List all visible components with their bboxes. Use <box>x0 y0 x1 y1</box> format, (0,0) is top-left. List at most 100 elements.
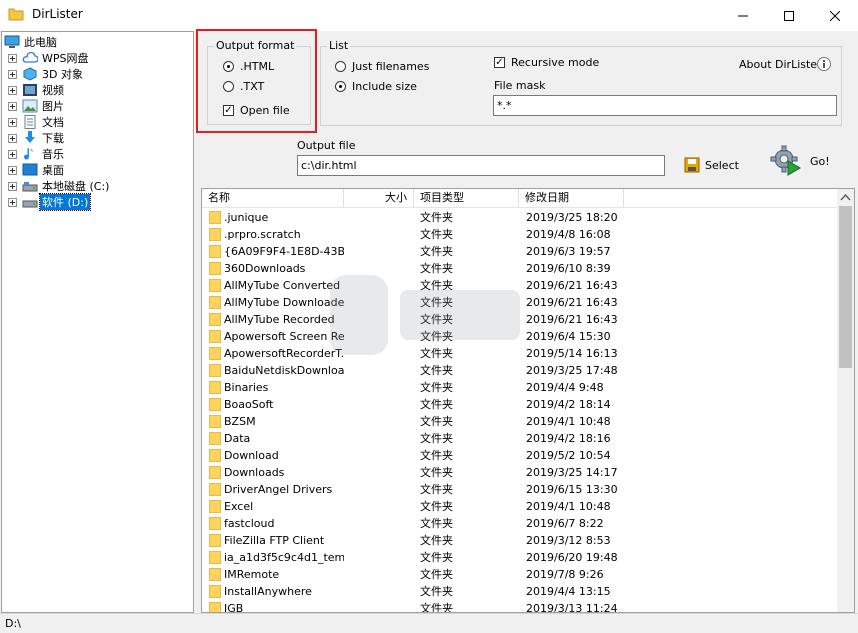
tree-item-drive-d[interactable]: 软件 (D:) <box>8 193 92 211</box>
expand-icon[interactable] <box>8 181 17 191</box>
list-item[interactable]: JGB 文件夹 2019/3/13 11:24 <box>202 600 838 613</box>
item-date: 2019/6/10 8:39 <box>526 262 611 275</box>
output-file-input[interactable] <box>297 155 665 176</box>
list-item[interactable]: IMRemote 文件夹 2019/7/8 9:26 <box>202 566 838 583</box>
item-name: {6A09F9F4-1E8D-43B... <box>224 245 344 258</box>
file-list[interactable]: 名称 大小 项目类型 修改日期 .junique 文件夹 2019/3/25 18:… <box>201 188 855 613</box>
item-size <box>344 243 408 260</box>
minimize-button[interactable] <box>720 0 766 31</box>
list-item[interactable]: BaiduNetdiskDownload 文件夹 2019/3/25 17:48 <box>202 362 838 379</box>
column-header-type[interactable]: 项目类型 <box>414 189 519 207</box>
item-type: 文件夹 <box>420 534 453 547</box>
recursive-option[interactable]: ✓ Recursive mode <box>494 56 599 69</box>
folder-icon <box>209 381 221 394</box>
select-button[interactable]: Select <box>684 155 739 175</box>
folder-icon <box>209 534 221 547</box>
maximize-button[interactable] <box>766 0 812 31</box>
tree-item-desktop[interactable]: 桌面 <box>8 162 66 178</box>
about-link[interactable]: About DirLister <box>739 57 831 71</box>
tree-item-3d-objects[interactable]: 3D 对象 <box>8 66 85 82</box>
folder-icon <box>209 398 221 411</box>
expand-icon[interactable] <box>8 133 17 143</box>
item-type: 文件夹 <box>420 398 453 411</box>
folder-tree[interactable]: 此电脑 WPS网盘 3D 对象 视频 图片 文档 下载 音乐 桌面 本地磁盘 (… <box>1 31 194 613</box>
list-item[interactable]: InstallAnywhere 文件夹 2019/4/4 13:15 <box>202 583 838 600</box>
item-size <box>344 430 408 447</box>
item-type: 文件夹 <box>420 517 453 530</box>
item-size <box>344 396 408 413</box>
recursive-checkbox[interactable]: ✓ <box>494 57 505 68</box>
list-item[interactable]: fastcloud 文件夹 2019/6/7 8:22 <box>202 515 838 532</box>
expand-icon[interactable] <box>8 197 17 207</box>
expand-icon[interactable] <box>8 53 17 63</box>
tree-item-videos[interactable]: 视频 <box>8 82 66 98</box>
file-mask-input[interactable] <box>493 95 837 116</box>
item-date: 2019/4/1 10:48 <box>526 500 611 513</box>
list-header: 名称 大小 项目类型 修改日期 <box>202 189 838 208</box>
column-header-date[interactable]: 修改日期 <box>519 189 624 207</box>
folder-icon <box>209 449 221 462</box>
expand-icon[interactable] <box>8 117 17 127</box>
list-item[interactable]: Data 文件夹 2019/4/2 18:16 <box>202 430 838 447</box>
tree-item-documents[interactable]: 文档 <box>8 114 66 130</box>
expand-icon[interactable] <box>8 69 17 79</box>
cloud-icon <box>22 51 39 65</box>
item-size <box>344 464 408 481</box>
go-button[interactable]: Go! <box>770 145 830 177</box>
item-name: AllMyTube Downloaded <box>224 296 344 309</box>
list-item[interactable]: FileZilla FTP Client 文件夹 2019/3/12 8:53 <box>202 532 838 549</box>
item-size <box>344 549 408 566</box>
list-item[interactable]: Downloads 文件夹 2019/3/25 14:17 <box>202 464 838 481</box>
minimize-icon <box>738 15 748 16</box>
item-name: fastcloud <box>224 517 275 530</box>
include-size-option[interactable]: Include size <box>335 80 417 93</box>
item-name: Apowersoft Screen Re... <box>224 330 344 343</box>
item-name: Binaries <box>224 381 269 394</box>
list-item[interactable]: DriverAngel Drivers 文件夹 2019/6/15 13:30 <box>202 481 838 498</box>
list-item[interactable]: BZSM 文件夹 2019/4/1 10:48 <box>202 413 838 430</box>
drive-icon <box>22 179 38 193</box>
expand-icon[interactable] <box>8 101 17 111</box>
scrollbar-thumb[interactable] <box>839 206 852 368</box>
item-name: ApowersoftRecorderT... <box>224 347 344 360</box>
folder-icon <box>8 8 24 21</box>
download-icon <box>22 131 38 145</box>
tree-item-this-pc[interactable]: 此电脑 <box>4 34 59 50</box>
scroll-up-icon[interactable] <box>840 193 851 201</box>
expand-icon[interactable] <box>8 165 17 175</box>
folder-icon <box>209 347 221 360</box>
item-name: BZSM <box>224 415 256 428</box>
list-item[interactable]: BoaoSoft 文件夹 2019/4/2 18:14 <box>202 396 838 413</box>
item-date: 2019/5/2 10:54 <box>526 449 611 462</box>
list-item[interactable]: .prpro.scratch 文件夹 2019/4/8 16:08 <box>202 226 838 243</box>
status-text: D:\ <box>5 617 21 630</box>
tree-item-pictures[interactable]: 图片 <box>8 98 66 114</box>
close-button[interactable] <box>812 0 858 31</box>
list-item[interactable]: Download 文件夹 2019/5/2 10:54 <box>202 447 838 464</box>
list-item[interactable]: ia_a1d3f5c9c4d1_temp 文件夹 2019/6/20 19:48 <box>202 549 838 566</box>
item-type: 文件夹 <box>420 551 453 564</box>
list-item[interactable]: Excel 文件夹 2019/4/1 10:48 <box>202 498 838 515</box>
column-header-size[interactable]: 大小 <box>344 189 414 207</box>
item-type: 文件夹 <box>420 211 453 224</box>
list-item[interactable]: Binaries 文件夹 2019/4/4 9:48 <box>202 379 838 396</box>
list-item[interactable]: {6A09F9F4-1E8D-43B... 文件夹 2019/6/3 19:57 <box>202 243 838 260</box>
tree-item-drive-c[interactable]: 本地磁盘 (C:) <box>8 178 111 194</box>
expand-icon[interactable] <box>8 149 17 159</box>
item-name: JGB <box>224 602 244 613</box>
include-size-radio[interactable] <box>335 81 346 92</box>
item-size <box>344 566 408 583</box>
item-type: 文件夹 <box>420 415 453 428</box>
just-filenames-option[interactable]: Just filenames <box>335 60 429 73</box>
tree-item-wps[interactable]: WPS网盘 <box>8 50 91 66</box>
just-filenames-label: Just filenames <box>352 60 430 73</box>
column-header-name[interactable]: 名称 <box>202 189 344 207</box>
list-item[interactable]: .junique 文件夹 2019/3/25 18:20 <box>202 209 838 226</box>
tree-item-downloads[interactable]: 下载 <box>8 130 66 146</box>
just-filenames-radio[interactable] <box>335 61 346 72</box>
tree-item-label: 文档 <box>42 116 64 129</box>
folder-icon <box>209 245 221 258</box>
expand-icon[interactable] <box>8 85 17 95</box>
item-name: DriverAngel Drivers <box>224 483 333 496</box>
tree-item-music[interactable]: 音乐 <box>8 146 66 162</box>
